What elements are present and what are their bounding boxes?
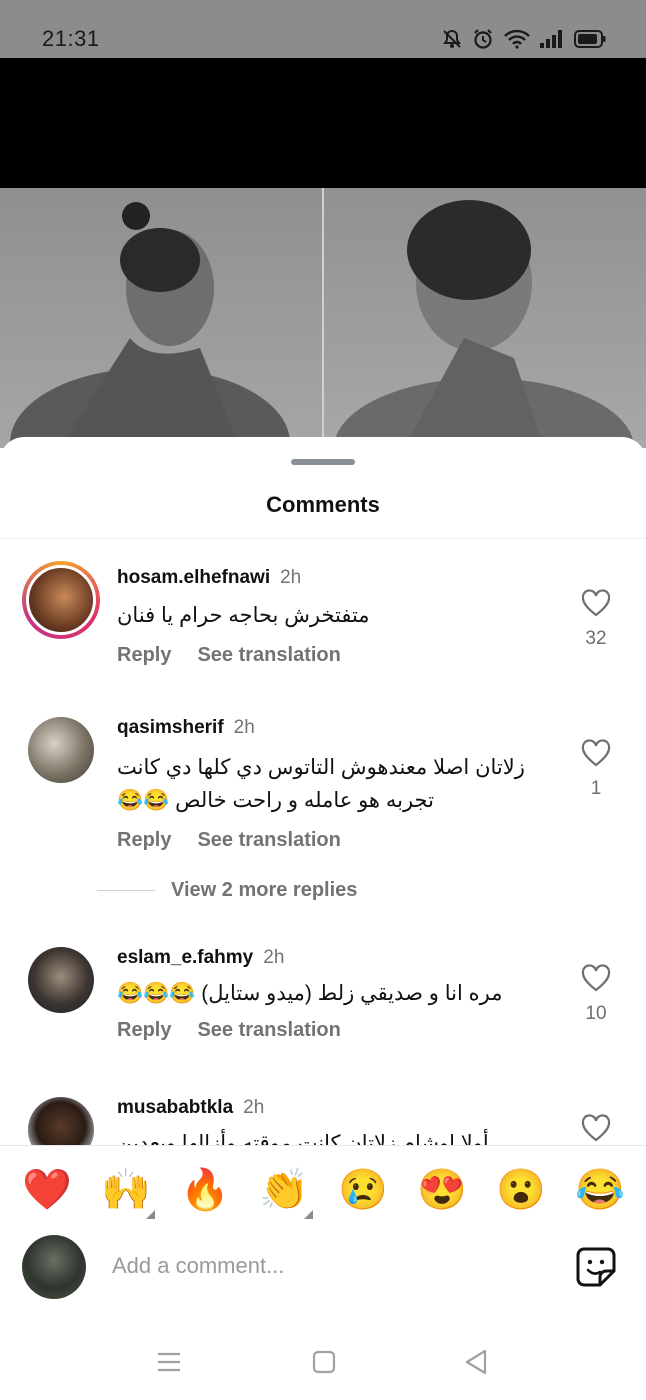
comment-text: أولا اوشام زلاتان كانت موقته وأزالها وبع… bbox=[117, 1132, 489, 1145]
comment-header: musababtkla 2h bbox=[117, 1097, 264, 1119]
comment-time: 2h bbox=[233, 717, 255, 738]
comment-header: qasimsherif 2h bbox=[117, 717, 255, 739]
signal-icon bbox=[540, 30, 564, 53]
emoji-surprised-button[interactable]: 😮 bbox=[496, 1165, 546, 1215]
add-comment-input[interactable]: Add a comment... bbox=[112, 1253, 284, 1279]
avatar[interactable] bbox=[28, 1097, 94, 1145]
wifi-icon bbox=[504, 29, 530, 54]
comment-composer: Add a comment... bbox=[0, 1235, 646, 1301]
comment-item: eslam_e.fahmy 2h مره انا و صديقي زلط (ميد… bbox=[0, 929, 646, 1079]
comment-text: مره انا و صديقي زلط (ميدو ستايل) 😂😂😂 bbox=[117, 982, 503, 1005]
comment-item: musababtkla 2h أولا اوشام زلاتان كانت موق… bbox=[0, 1079, 646, 1145]
comment-header: eslam_e.fahmy 2h bbox=[117, 947, 284, 969]
emoji-quick-bar: ❤️ 🙌 🔥 👏 😢 😍 😮 😂 bbox=[0, 1165, 646, 1221]
back-icon[interactable] bbox=[463, 1349, 489, 1375]
comment-actions: Reply See translation bbox=[117, 644, 367, 667]
avatar[interactable] bbox=[22, 561, 100, 639]
see-translation-button[interactable]: See translation bbox=[197, 1019, 340, 1041]
comment-text: زلاتان اصلا معندهوش التاتوس دي كلها دي ك… bbox=[117, 756, 525, 812]
home-icon[interactable] bbox=[312, 1350, 336, 1374]
my-avatar bbox=[22, 1235, 86, 1299]
see-translation-button[interactable]: See translation bbox=[197, 644, 340, 666]
video-letterbox bbox=[0, 58, 646, 188]
avatar[interactable] bbox=[28, 947, 94, 1013]
comment-actions: Reply See translation bbox=[117, 1019, 367, 1042]
replies-line bbox=[97, 890, 155, 892]
reply-button[interactable]: Reply bbox=[117, 829, 171, 851]
like-count: 1 bbox=[590, 778, 602, 799]
comment-actions: Reply See translation bbox=[117, 829, 367, 852]
skin-tone-indicator-icon bbox=[304, 1210, 313, 1219]
post-photo-left[interactable] bbox=[0, 188, 322, 448]
sticker-icon bbox=[576, 1247, 616, 1287]
comments-sheet: Comments hosam.elhefnawi 2h متفتخرش بحاجه… bbox=[0, 437, 646, 1400]
battery-icon bbox=[574, 30, 606, 53]
heart-icon[interactable] bbox=[581, 964, 611, 992]
like-control[interactable]: 1 bbox=[580, 739, 612, 800]
comment-item: qasimsherif 2h زلاتان اصلا معندهوش التاتو… bbox=[0, 689, 646, 929]
like-control[interactable]: 32 bbox=[580, 589, 612, 650]
reply-button[interactable]: Reply bbox=[117, 644, 171, 666]
comment-item: hosam.elhefnawi 2h متفتخرش بحاجه حرام يا … bbox=[0, 539, 646, 689]
view-more-label: View 2 more replies bbox=[171, 879, 358, 901]
comment-time: 2h bbox=[243, 1097, 265, 1118]
like-count: 10 bbox=[585, 1003, 607, 1024]
comment-username[interactable]: eslam_e.fahmy bbox=[117, 947, 253, 968]
like-count: 32 bbox=[585, 628, 607, 649]
heart-icon[interactable] bbox=[581, 1114, 611, 1142]
status-bar: 21:31 bbox=[0, 0, 646, 58]
emoji-laughing-button[interactable]: 😂 bbox=[575, 1165, 625, 1215]
skin-tone-indicator-icon bbox=[146, 1210, 155, 1219]
comment-username[interactable]: musababtkla bbox=[117, 1097, 233, 1118]
emoji-bar-divider bbox=[0, 1145, 646, 1146]
alarm-icon bbox=[472, 28, 494, 55]
sheet-title: Comments bbox=[266, 492, 380, 517]
avatar[interactable] bbox=[28, 717, 94, 783]
heart-icon[interactable] bbox=[581, 739, 611, 767]
comment-username[interactable]: hosam.elhefnawi bbox=[117, 567, 270, 588]
sticker-button[interactable] bbox=[576, 1247, 616, 1287]
comment-username[interactable]: qasimsherif bbox=[117, 717, 224, 738]
comment-time: 2h bbox=[280, 567, 302, 588]
like-control[interactable] bbox=[580, 1114, 612, 1145]
comment-time: 2h bbox=[263, 947, 285, 968]
reply-button[interactable]: Reply bbox=[117, 1019, 171, 1041]
status-icons bbox=[442, 28, 606, 55]
sheet-drag-handle[interactable] bbox=[291, 459, 355, 465]
comment-header: hosam.elhefnawi 2h bbox=[117, 567, 301, 589]
see-translation-button[interactable]: See translation bbox=[197, 829, 340, 851]
instagram-comments-screen: 21:31 Comments hosam.elhefnawi 2h متفتخر… bbox=[0, 0, 646, 1400]
emoji-crying-button[interactable]: 😢 bbox=[338, 1165, 388, 1215]
status-time: 21:31 bbox=[42, 26, 100, 51]
post-photo-right[interactable] bbox=[324, 188, 646, 448]
comments-list[interactable]: hosam.elhefnawi 2h متفتخرش بحاجه حرام يا … bbox=[0, 539, 646, 1145]
emoji-raising-hands-button[interactable]: 🙌 bbox=[101, 1165, 155, 1219]
emoji-heart-eyes-button[interactable]: 😍 bbox=[417, 1165, 467, 1215]
mute-icon bbox=[442, 29, 462, 54]
system-nav-bar bbox=[0, 1330, 646, 1400]
recent-apps-icon[interactable] bbox=[157, 1350, 181, 1374]
emoji-fire-button[interactable]: 🔥 bbox=[180, 1165, 230, 1215]
like-control[interactable]: 10 bbox=[580, 964, 612, 1025]
view-more-replies-button[interactable]: View 2 more replies bbox=[97, 879, 357, 902]
emoji-raising-hands-glyph: 🙌 bbox=[101, 1168, 151, 1212]
heart-icon[interactable] bbox=[581, 589, 611, 617]
comment-text: متفتخرش بحاجه حرام يا فنان bbox=[117, 604, 370, 627]
emoji-clapping-glyph: 👏 bbox=[259, 1168, 309, 1212]
emoji-heart-button[interactable]: ❤️ bbox=[22, 1165, 72, 1215]
emoji-clapping-button[interactable]: 👏 bbox=[259, 1165, 313, 1219]
